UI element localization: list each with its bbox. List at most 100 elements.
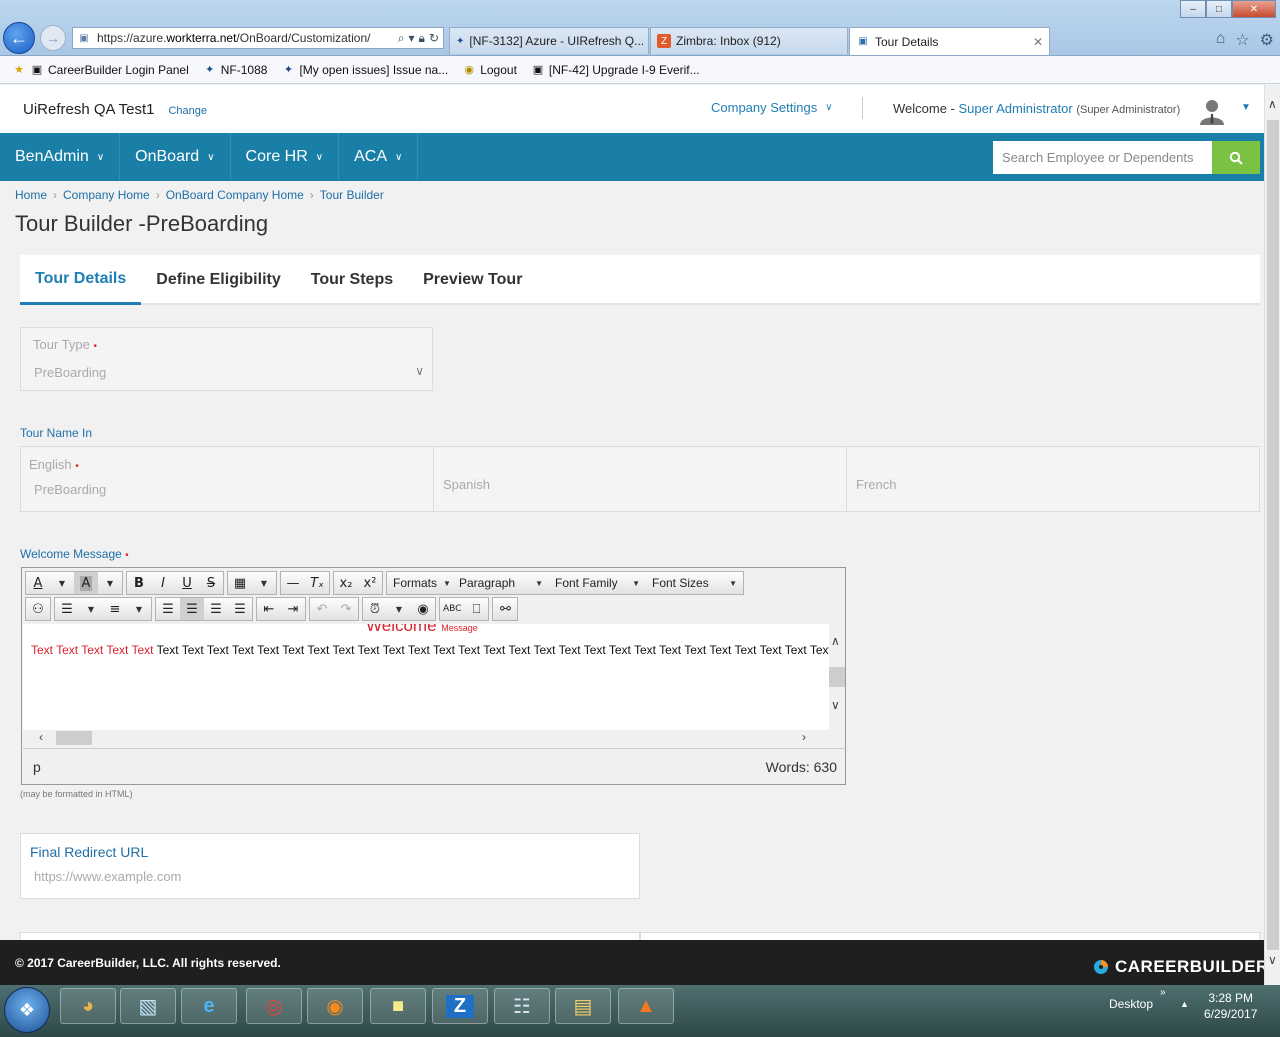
breadcrumb-onboard-company-home[interactable]: OnBoard Company Home bbox=[166, 188, 304, 202]
nav-item-aca[interactable]: ACA ∨ bbox=[339, 133, 419, 181]
tab-tour-details[interactable]: Tour Details bbox=[20, 255, 142, 305]
table-button[interactable]: ▦ bbox=[228, 572, 252, 594]
tray-expand-icon[interactable]: ▲ bbox=[1180, 999, 1189, 1009]
insert-datetime-caret[interactable]: ▼ bbox=[387, 598, 411, 620]
taskbar-paint[interactable]: ◕ bbox=[60, 988, 116, 1024]
editor-content[interactable]: Welcome Message Text Text Text Text Text… bbox=[23, 624, 829, 732]
align-left-button[interactable]: ☰ bbox=[156, 598, 180, 620]
strikethrough-button[interactable]: S bbox=[199, 572, 223, 594]
text-color-button[interactable]: A bbox=[26, 572, 50, 594]
dropdown-icon[interactable]: ▾ bbox=[409, 31, 415, 46]
search-button[interactable] bbox=[1212, 141, 1260, 174]
desktop-toolbar[interactable]: Desktop bbox=[1109, 997, 1153, 1011]
avatar[interactable] bbox=[1197, 95, 1227, 125]
preview-button[interactable]: ◉ bbox=[411, 598, 435, 620]
browser-tab-zimbra[interactable]: Z Zimbra: Inbox (912) bbox=[650, 27, 848, 54]
indent-button[interactable]: ⇥ bbox=[281, 598, 305, 620]
gear-icon[interactable]: ⚙ bbox=[1260, 30, 1274, 50]
scroll-thumb[interactable] bbox=[56, 731, 92, 745]
formats-dropdown[interactable]: Formats ▼ bbox=[387, 572, 453, 594]
bullet-list-button[interactable]: ☰ bbox=[55, 598, 79, 620]
taskbar-media[interactable]: ▲ bbox=[618, 988, 674, 1024]
maximize-button[interactable]: □ bbox=[1206, 0, 1232, 18]
close-icon[interactable]: ✕ bbox=[1033, 35, 1043, 49]
subscript-button[interactable]: x₂ bbox=[334, 572, 358, 594]
english-name-field[interactable]: English • PreBoarding bbox=[20, 446, 434, 512]
start-button[interactable]: ❖ bbox=[4, 987, 50, 1033]
favorites-add-icon[interactable]: ★ bbox=[12, 63, 26, 77]
favorite-open-issues[interactable]: ✦ [My open issues] Issue na... bbox=[281, 63, 448, 77]
scroll-thumb[interactable] bbox=[829, 667, 845, 687]
tab-tour-steps[interactable]: Tour Steps bbox=[296, 255, 408, 305]
horizontal-rule-button[interactable]: — bbox=[281, 572, 305, 594]
taskbar-file-explorer[interactable]: ▤ bbox=[555, 988, 611, 1024]
window-close-button[interactable]: ✕ bbox=[1232, 0, 1276, 18]
breadcrumb-home[interactable]: Home bbox=[15, 188, 47, 202]
favorite-nf-1088[interactable]: ✦ NF-1088 bbox=[203, 63, 267, 77]
align-center-button[interactable]: ☰ bbox=[180, 598, 204, 620]
insert-link-button[interactable]: ⚯ bbox=[493, 598, 517, 620]
system-clock[interactable]: 3:28 PM 6/29/2017 bbox=[1204, 990, 1257, 1022]
scroll-up-icon[interactable]: ∧ bbox=[831, 634, 840, 648]
browser-tab-tour-details[interactable]: ▣ Tour Details ✕ bbox=[849, 27, 1050, 55]
align-justify-button[interactable]: ☰ bbox=[228, 598, 252, 620]
italic-button[interactable]: I bbox=[151, 572, 175, 594]
tab-define-eligibility[interactable]: Define Eligibility bbox=[141, 255, 295, 305]
toolbar-expand-icon[interactable]: » bbox=[1160, 987, 1166, 998]
text-color-caret[interactable]: ▼ bbox=[50, 572, 74, 594]
background-color-button[interactable]: A bbox=[74, 572, 98, 594]
find-replace-button[interactable]: ⚇ bbox=[26, 598, 50, 620]
scroll-down-icon[interactable]: ∨ bbox=[1268, 953, 1277, 967]
home-icon[interactable]: ⌂ bbox=[1216, 30, 1226, 50]
scroll-up-icon[interactable]: ∧ bbox=[1268, 97, 1277, 111]
nav-item-benadmin[interactable]: BenAdmin ∨ bbox=[0, 133, 121, 181]
favorite-logout[interactable]: ◉ Logout bbox=[462, 63, 517, 77]
outdent-button[interactable]: ⇤ bbox=[257, 598, 281, 620]
scroll-down-icon[interactable]: ∨ bbox=[831, 698, 840, 712]
forward-button[interactable]: → bbox=[40, 25, 66, 51]
taskbar-internet-explorer[interactable]: e bbox=[181, 988, 237, 1024]
breadcrumb-tour-builder[interactable]: Tour Builder bbox=[320, 188, 384, 202]
spanish-name-field[interactable]: Spanish bbox=[433, 446, 847, 512]
page-scrollbar[interactable]: ∧ ∨ bbox=[1264, 85, 1280, 985]
undo-button[interactable]: ↶ bbox=[310, 598, 334, 620]
favorite-nf-42[interactable]: ▣ [NF-42] Upgrade I-9 Everif... bbox=[531, 63, 700, 77]
page-break-button[interactable]: ⎕ bbox=[464, 598, 488, 620]
align-right-button[interactable]: ☰ bbox=[204, 598, 228, 620]
taskbar-chrome[interactable]: ◎ bbox=[246, 988, 302, 1024]
font-sizes-dropdown[interactable]: Font Sizes ▼ bbox=[646, 572, 743, 594]
user-name-link[interactable]: Super Administrator bbox=[959, 101, 1073, 116]
spellcheck-button[interactable]: ABC bbox=[440, 598, 464, 620]
scroll-right-icon[interactable]: › bbox=[802, 730, 806, 744]
search-icon[interactable]: ⌕ bbox=[398, 31, 405, 46]
breadcrumb-company-home[interactable]: Company Home bbox=[63, 188, 150, 202]
font-family-dropdown[interactable]: Font Family ▼ bbox=[549, 572, 646, 594]
bullet-list-caret[interactable]: ▼ bbox=[79, 598, 103, 620]
taskbar-notes[interactable]: ▧ bbox=[120, 988, 176, 1024]
favorites-star-icon[interactable]: ☆ bbox=[1235, 30, 1249, 50]
company-settings-menu[interactable]: Company Settings ∨ bbox=[711, 100, 833, 115]
tab-preview-tour[interactable]: Preview Tour bbox=[408, 255, 537, 305]
editor-horizontal-scrollbar[interactable]: ‹ › bbox=[23, 730, 845, 746]
underline-button[interactable]: U bbox=[175, 572, 199, 594]
insert-datetime-button[interactable]: ⏰︎ bbox=[363, 598, 387, 620]
element-path[interactable]: p bbox=[33, 759, 41, 775]
browser-tab-jira[interactable]: ✦ [NF-3132] Azure - UIRefresh Q... bbox=[449, 27, 649, 54]
background-color-caret[interactable]: ▼ bbox=[98, 572, 122, 594]
numbered-list-button[interactable]: ≡ bbox=[103, 598, 127, 620]
numbered-list-caret[interactable]: ▼ bbox=[127, 598, 151, 620]
minimize-button[interactable]: – bbox=[1180, 0, 1206, 18]
french-name-field[interactable]: French bbox=[846, 446, 1260, 512]
superscript-button[interactable]: x² bbox=[358, 572, 382, 594]
editor-vertical-scrollbar[interactable]: ∧ ∨ bbox=[829, 624, 845, 730]
scroll-left-icon[interactable]: ‹ bbox=[39, 730, 43, 744]
caret-down-icon[interactable]: ▼ bbox=[1241, 102, 1251, 113]
table-caret[interactable]: ▼ bbox=[252, 572, 276, 594]
favorite-careerbuilder[interactable]: ▣ CareerBuilder Login Panel bbox=[30, 63, 189, 77]
refresh-icon[interactable]: ↻ bbox=[429, 31, 439, 46]
taskbar-zimbra[interactable]: Z bbox=[432, 988, 488, 1024]
nav-item-onboard[interactable]: OnBoard ∨ bbox=[120, 133, 231, 181]
tour-type-select[interactable]: Tour Type • PreBoarding ∨ bbox=[20, 327, 433, 391]
change-company-link[interactable]: Change bbox=[168, 105, 207, 117]
scroll-thumb[interactable] bbox=[1267, 120, 1279, 950]
